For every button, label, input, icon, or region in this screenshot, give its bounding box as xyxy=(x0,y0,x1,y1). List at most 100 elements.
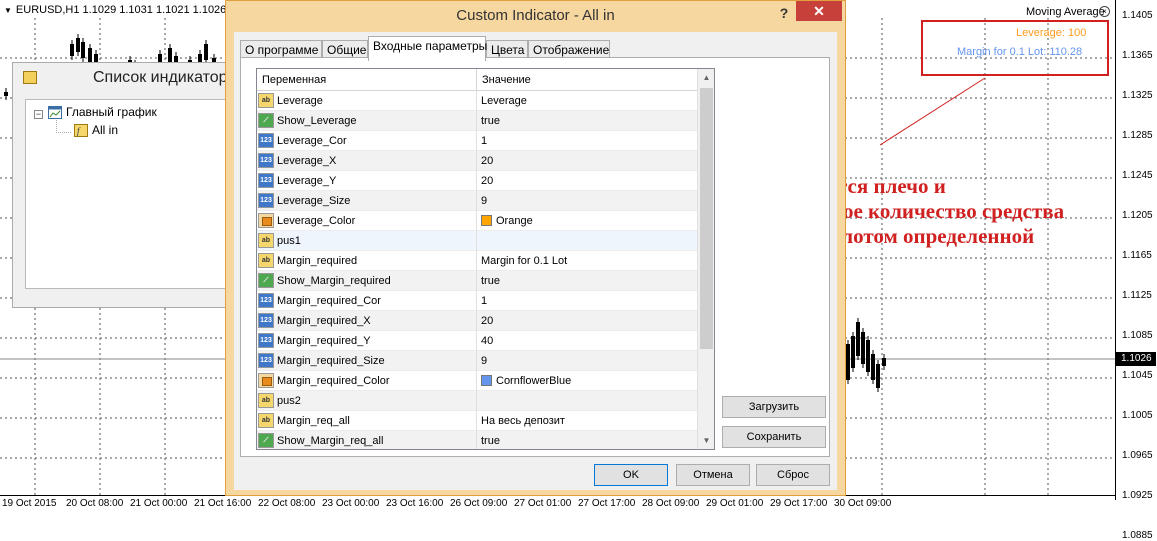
parameter-row[interactable]: 123 Margin_required_Size 9 xyxy=(257,351,697,371)
parameter-name-cell[interactable]: ⟋ Show_Margin_required xyxy=(257,271,477,291)
parameter-value: На весь депозит xyxy=(481,415,565,427)
parameter-name-cell[interactable]: ab Margin_req_all xyxy=(257,411,477,431)
parameter-name-cell[interactable]: 123 Leverage_Y xyxy=(257,171,477,191)
parameter-row[interactable]: 123 Leverage_Size 9 xyxy=(257,191,697,211)
time-scale: 19 Oct 2015 20 Oct 08:00 21 Oct 00:00 21 Oc… xyxy=(0,495,1115,511)
parameter-value-cell[interactable]: 20 xyxy=(477,151,697,171)
tree-collapse-icon[interactable]: − xyxy=(34,110,43,119)
column-header-variable[interactable]: Переменная xyxy=(257,69,477,91)
parameter-value-cell[interactable]: 1 xyxy=(477,131,697,151)
time-tick-label: 23 Oct 00:00 xyxy=(322,498,380,509)
vertical-scrollbar[interactable]: ▲ ▼ xyxy=(697,69,714,449)
tab-inputs[interactable]: Входные параметры xyxy=(368,36,487,61)
parameter-name-cell[interactable]: 123 Leverage_Cor xyxy=(257,131,477,151)
parameter-value-cell[interactable]: Leverage xyxy=(477,91,697,111)
parameter-row[interactable]: ⟋ Show_Margin_req_all true xyxy=(257,431,697,449)
parameter-value-cell[interactable]: На весь депозит xyxy=(477,411,697,431)
parameter-row[interactable]: Leverage_Color Orange xyxy=(257,211,697,231)
parameter-name-cell[interactable]: ⟋ Show_Leverage xyxy=(257,111,477,131)
int-type-icon: 123 xyxy=(258,173,274,188)
parameter-value-cell[interactable] xyxy=(477,391,697,411)
parameter-row[interactable]: 123 Leverage_Cor 1 xyxy=(257,131,697,151)
time-tick-label: 27 Oct 17:00 xyxy=(578,498,636,509)
parameter-name: Show_Margin_req_all xyxy=(277,435,384,447)
parameter-name-cell[interactable]: ab Leverage xyxy=(257,91,477,111)
parameter-name-cell[interactable]: Leverage_Color xyxy=(257,211,477,231)
parameter-row[interactable]: ab Leverage Leverage xyxy=(257,91,697,111)
parameter-value-cell[interactable]: true xyxy=(477,111,697,131)
indicator-close-icon[interactable]: × xyxy=(1099,6,1110,17)
time-tick-label: 30 Oct 09:00 xyxy=(834,498,892,509)
overlay-margin-text: Margin for 0.1 Lot: 110.28 xyxy=(957,46,1083,58)
column-header-value[interactable]: Значение xyxy=(477,69,697,91)
parameter-row[interactable]: 123 Leverage_X 20 xyxy=(257,151,697,171)
save-button[interactable]: Сохранить xyxy=(722,426,826,448)
tree-item-all-in[interactable]: f All in xyxy=(74,123,118,138)
parameter-value: Leverage xyxy=(481,95,527,107)
parameter-row[interactable]: ⟋ Show_Margin_required true xyxy=(257,271,697,291)
parameter-value: true xyxy=(481,115,500,127)
price-tick-label: 1.0965 xyxy=(1122,450,1153,461)
parameter-name: Margin_req_all xyxy=(277,415,350,427)
parameter-value-cell[interactable]: Margin for 0.1 Lot xyxy=(477,251,697,271)
parameter-name-cell[interactable]: 123 Leverage_Size xyxy=(257,191,477,211)
price-tick-label: 1.1085 xyxy=(1122,330,1153,341)
time-tick-label: 19 Oct 2015 xyxy=(2,498,57,509)
parameter-value-cell[interactable]: CornflowerBlue xyxy=(477,371,697,391)
parameter-row[interactable]: 123 Margin_required_Y 40 xyxy=(257,331,697,351)
int-type-icon: 123 xyxy=(258,353,274,368)
parameter-value-cell[interactable]: 40 xyxy=(477,331,697,351)
scroll-down-icon[interactable]: ▼ xyxy=(698,432,714,449)
parameter-row[interactable]: ab Margin_required Margin for 0.1 Lot xyxy=(257,251,697,271)
candle-body xyxy=(4,92,8,96)
parameter-value-cell[interactable]: true xyxy=(477,431,697,449)
indicator-tree: − Главный график f All in xyxy=(25,99,235,289)
indicator-list-titlebar[interactable]: Список индикаторов xyxy=(13,63,245,93)
parameter-value-cell[interactable] xyxy=(477,231,697,251)
parameter-value-cell[interactable]: 9 xyxy=(477,351,697,371)
parameter-value: true xyxy=(481,435,500,447)
parameter-value-cell[interactable]: true xyxy=(477,271,697,291)
parameter-name-cell[interactable]: 123 Margin_required_X xyxy=(257,311,477,331)
close-button[interactable]: ✕ xyxy=(796,1,842,21)
parameter-row[interactable]: ⟋ Show_Leverage true xyxy=(257,111,697,131)
parameter-row[interactable]: 123 Leverage_Y 20 xyxy=(257,171,697,191)
parameter-value: 9 xyxy=(481,355,488,367)
parameter-name-cell[interactable]: Margin_required_Color xyxy=(257,371,477,391)
parameter-row[interactable]: 123 Margin_required_X 20 xyxy=(257,311,697,331)
parameter-row[interactable]: ab pus2 xyxy=(257,391,697,411)
ok-button[interactable]: OK xyxy=(594,464,668,486)
parameter-value-cell[interactable]: 1 xyxy=(477,291,697,311)
price-tick-label: 1.1325 xyxy=(1122,90,1153,101)
cancel-button[interactable]: Отмена xyxy=(676,464,750,486)
parameter-row[interactable]: Margin_required_Color CornflowerBlue xyxy=(257,371,697,391)
parameter-value-cell[interactable]: Orange xyxy=(477,211,697,231)
scroll-up-icon[interactable]: ▲ xyxy=(698,69,714,86)
price-tick-label: 1.1405 xyxy=(1122,10,1153,21)
parameter-name-cell[interactable]: 123 Margin_required_Size xyxy=(257,351,477,371)
parameter-name-cell[interactable]: ab pus1 xyxy=(257,231,477,251)
parameter-name: Margin_required_Cor xyxy=(277,295,381,307)
parameter-value-cell[interactable]: 9 xyxy=(477,191,697,211)
parameter-name-cell[interactable]: 123 Margin_required_Cor xyxy=(257,291,477,311)
parameter-name: Margin_required_Size xyxy=(277,355,385,367)
chart-symbol-quote: EURUSD,H1 1.1029 1.1031 1.1021 1.1026 xyxy=(15,4,227,16)
reset-button[interactable]: Сброс xyxy=(756,464,830,486)
tree-item-main-chart[interactable]: Главный график xyxy=(48,105,157,120)
parameter-name-cell[interactable]: ab Margin_required xyxy=(257,251,477,271)
parameter-name-cell[interactable]: 123 Leverage_X xyxy=(257,151,477,171)
parameter-value-cell[interactable]: 20 xyxy=(477,311,697,331)
parameter-value-cell[interactable]: 20 xyxy=(477,171,697,191)
load-button[interactable]: Загрузить xyxy=(722,396,826,418)
annotation-arrow xyxy=(879,77,986,146)
parameter-name-cell[interactable]: ab pus2 xyxy=(257,391,477,411)
parameter-name-cell[interactable]: 123 Margin_required_Y xyxy=(257,331,477,351)
help-button[interactable]: ? xyxy=(774,3,794,23)
parameter-row[interactable]: ab Margin_req_all На весь депозит xyxy=(257,411,697,431)
int-type-icon: 123 xyxy=(258,293,274,308)
parameter-row[interactable]: ab pus1 xyxy=(257,231,697,251)
parameter-name-cell[interactable]: ⟋ Show_Margin_req_all xyxy=(257,431,477,449)
parameter-name: Leverage_Y xyxy=(277,175,337,187)
parameter-row[interactable]: 123 Margin_required_Cor 1 xyxy=(257,291,697,311)
scroll-thumb[interactable] xyxy=(700,88,713,349)
